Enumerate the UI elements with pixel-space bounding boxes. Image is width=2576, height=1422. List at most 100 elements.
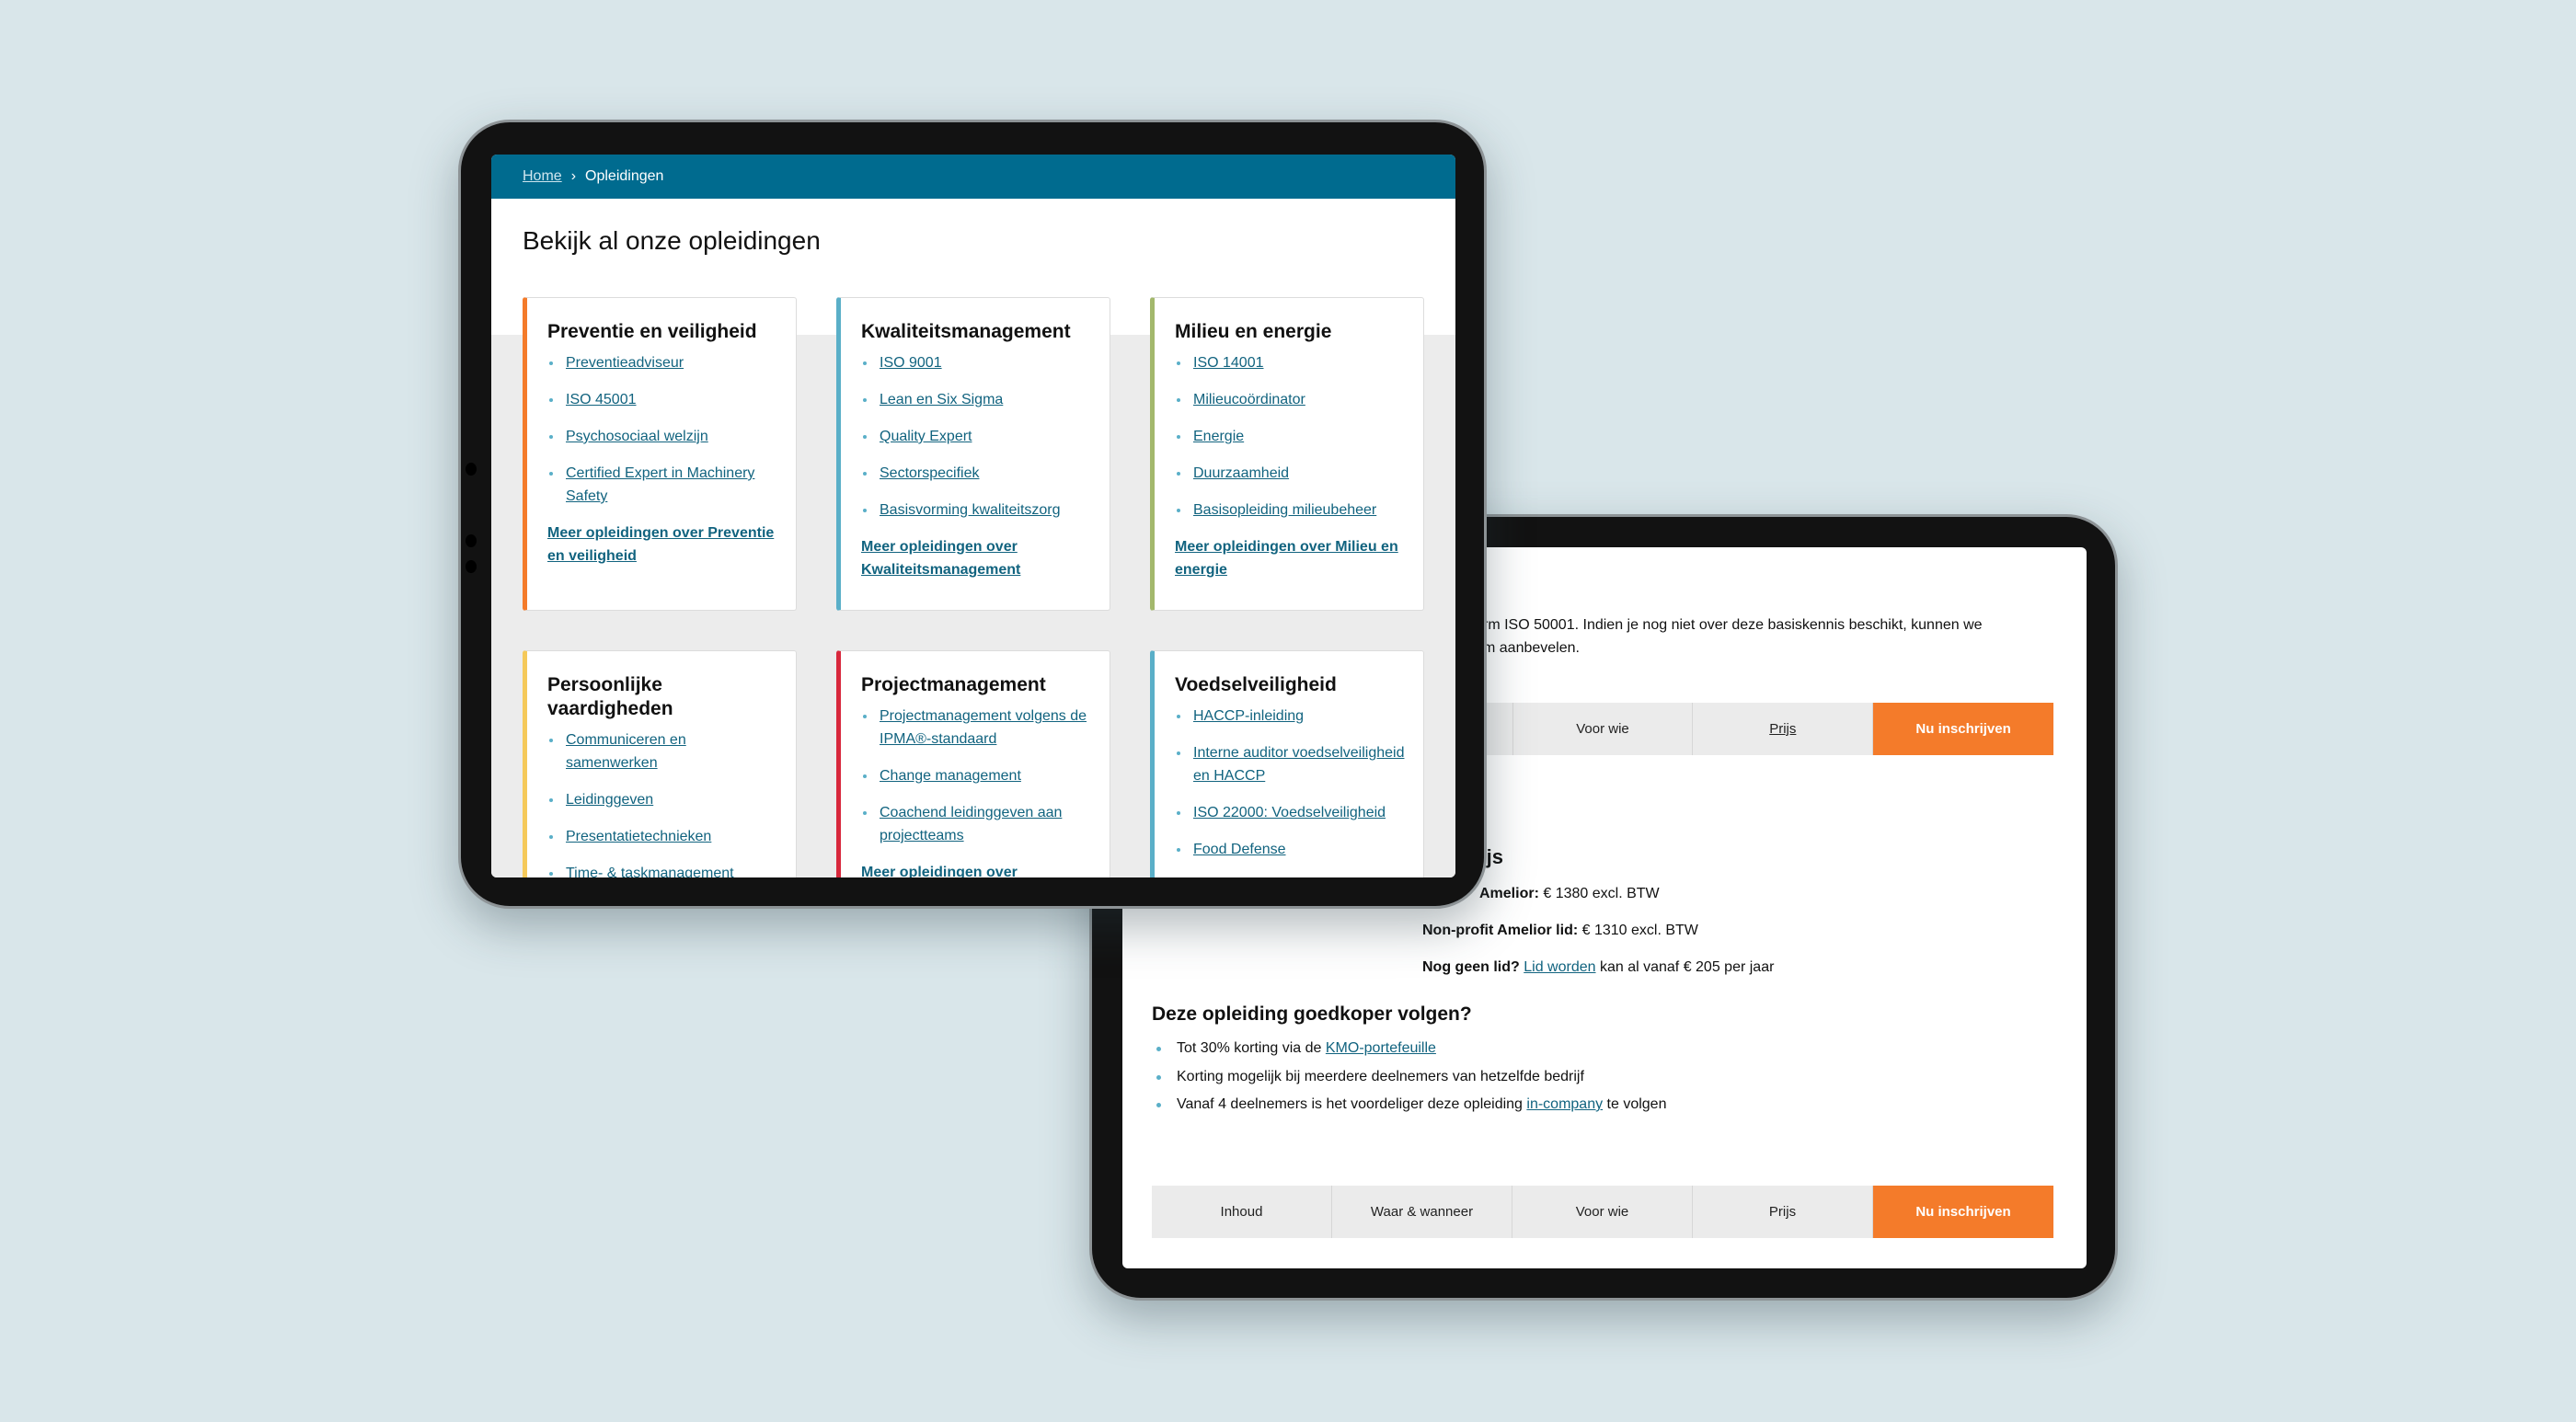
course-link[interactable]: Coachend leidinggeven aan projectteams [880, 805, 1062, 843]
list-item: HACCP-inleiding [1175, 705, 1405, 728]
more-courses-link[interactable]: Meer opleidingen over Preventie en veili… [547, 522, 777, 568]
list-item: Duurzaamheid [1175, 462, 1405, 485]
register-button[interactable]: Nu inschrijven [1873, 703, 2053, 755]
category-card: Projectmanagement Projectmanagement volge… [836, 650, 1110, 877]
course-link[interactable]: Projectmanagement volgens de IPMA®-stand… [880, 708, 1087, 747]
course-link[interactable]: Psychosociaal welzijn [566, 429, 708, 444]
tab-prijs-active[interactable]: Prijs [1693, 703, 1874, 755]
list-item: Energie [1175, 425, 1405, 448]
bullet-icon [1156, 1103, 1161, 1107]
list-item: ISO 22000: Voedselveiligheid [1175, 801, 1405, 824]
course-link[interactable]: Preventieadviseur [566, 355, 684, 371]
course-list: ISO 14001 Milieucoördinator Energie Duurzaa… [1175, 351, 1405, 522]
list-item: Time- & taskmanagement [547, 862, 777, 877]
price-value: € 1380 excl. BTW [1538, 886, 1660, 901]
course-link[interactable]: Basisopleiding milieubeheer [1193, 502, 1376, 518]
breadcrumb-home-link[interactable]: Home [523, 168, 562, 185]
price-label: Amelior: [1479, 886, 1539, 901]
list-item: Basisopleiding milieubeheer [1175, 499, 1405, 522]
category-title: Milieu en energie [1175, 321, 1332, 342]
course-link[interactable]: HACCP-inleiding [1193, 708, 1304, 724]
course-link[interactable]: ISO 9001 [880, 355, 942, 371]
cheaper-heading: Deze opleiding goedkoper volgen? [1152, 1003, 1472, 1025]
list-item: Presentatietechnieken [547, 825, 777, 848]
bullet-icon [1156, 1047, 1161, 1051]
bullet-text: Vanaf 4 deelnemers is het voordeliger de… [1177, 1096, 1527, 1112]
course-link[interactable]: Lean en Six Sigma [880, 392, 1003, 407]
list-item: Certified Expert in Machinery Safety [547, 462, 777, 508]
price-join: Nog geen lid? Lid worden kan al vanaf € … [1422, 959, 1774, 976]
price-nonprofit: Non-profit Amelior lid: € 1310 excl. BTW [1422, 923, 1698, 939]
list-item: ISO 9001 [861, 351, 1091, 374]
course-link[interactable]: Time- & taskmanagement [566, 866, 734, 877]
course-link[interactable]: Duurzaamheid [1193, 465, 1289, 481]
list-item: Projectmanagement volgens de IPMA®-stand… [861, 705, 1091, 751]
course-link[interactable]: Interne auditor voedselveiligheid en HAC… [1193, 745, 1404, 784]
bullet-text: Tot 30% korting via de [1177, 1040, 1326, 1056]
list-item: Preventieadviseur [547, 351, 777, 374]
list-item: Communiceren en samenwerken [547, 728, 777, 774]
price-label: Non-profit Amelior lid: [1422, 923, 1579, 938]
list-item: Milieucoördinator [1175, 388, 1405, 411]
list-item: Leidinggeven [547, 788, 777, 811]
more-courses-link[interactable]: Meer opleidingen over [861, 861, 1091, 877]
category-title: Preventie en veiligheid [547, 321, 757, 342]
course-link[interactable]: Certified Expert in Machinery Safety [566, 465, 754, 504]
course-list: ISO 9001 Lean en Six Sigma Quality Expert S… [861, 351, 1091, 522]
list-item: Sectorspecifiek [861, 462, 1091, 485]
list-item: ISO 14001 [1175, 351, 1405, 374]
list-item: Lean en Six Sigma [861, 388, 1091, 411]
list-item: Quality Expert [861, 425, 1091, 448]
bullet-icon [1156, 1075, 1161, 1080]
register-button[interactable]: Nu inschrijven [1873, 1186, 2053, 1238]
breadcrumb: Home › Opleidingen [491, 155, 1455, 199]
list-item: Basisvorming kwaliteitszorg [861, 499, 1091, 522]
more-courses-link[interactable]: Meer opleidingen over Milieu en energie [1175, 535, 1405, 581]
sensor-icon [466, 560, 477, 573]
course-link[interactable]: Energie [1193, 429, 1244, 444]
category-card: Persoonlijke vaardigheden Communiceren en… [523, 650, 797, 877]
course-link[interactable]: ISO 22000: Voedselveiligheid [1193, 805, 1386, 820]
category-title: Projectmanagement [861, 674, 1046, 695]
bullet-item: Tot 30% korting via de KMO-portefeuille [1177, 1040, 1436, 1057]
tab-voor-wie[interactable]: Voor wie [1513, 703, 1694, 755]
join-link[interactable]: Lid worden [1524, 959, 1595, 975]
course-link[interactable]: Basisvorming kwaliteitszorg [880, 502, 1061, 518]
course-list: Projectmanagement volgens de IPMA®-stand… [861, 705, 1091, 847]
list-item: Change management [861, 764, 1091, 787]
intro-text-line: rm ISO 50001. Indien je nog niet over de… [1483, 617, 1983, 633]
category-card: Milieu en energie ISO 14001 Milieucoördina… [1150, 297, 1424, 611]
category-title: Voedselveiligheid [1175, 674, 1337, 695]
course-link[interactable]: Milieucoördinator [1193, 392, 1305, 407]
category-grid: Preventie en veiligheid Preventieadviseur… [523, 297, 1424, 877]
category-card: Preventie en veiligheid Preventieadviseur… [523, 297, 797, 611]
price-text: kan al vanaf € 205 per jaar [1595, 959, 1775, 975]
in-company-link[interactable]: in-company [1526, 1096, 1603, 1112]
course-list: HACCP-inleiding Interne auditor voedselve… [1175, 705, 1405, 861]
course-link[interactable]: Quality Expert [880, 429, 972, 444]
category-title: Kwaliteitsmanagement [861, 321, 1071, 342]
course-link[interactable]: ISO 45001 [566, 392, 637, 407]
tab-voor-wie[interactable]: Voor wie [1512, 1186, 1693, 1238]
course-link[interactable]: Presentatietechnieken [566, 829, 711, 844]
course-overview-screen: Home › Opleidingen Bekijk al onze opleid… [491, 155, 1455, 877]
course-link[interactable]: ISO 14001 [1193, 355, 1264, 371]
course-link[interactable]: Change management [880, 768, 1021, 784]
category-card: Kwaliteitsmanagement ISO 9001 Lean en Six … [836, 297, 1110, 611]
tab-inhoud[interactable]: Inhoud [1152, 1186, 1332, 1238]
chevron-right-icon: › [570, 168, 577, 184]
list-item: Interne auditor voedselveiligheid en HAC… [1175, 741, 1405, 787]
page-title: Bekijk al onze opleidingen [523, 226, 821, 255]
kmo-link[interactable]: KMO-portefeuille [1326, 1040, 1436, 1056]
more-courses-link[interactable]: Meer opleidingen over Kwaliteitsmanageme… [861, 535, 1091, 581]
course-link[interactable]: Sectorspecifiek [880, 465, 980, 481]
course-link[interactable]: Food Defense [1193, 842, 1286, 857]
sensor-icon [466, 534, 477, 547]
tab-prijs[interactable]: Prijs [1693, 1186, 1873, 1238]
bullet-item: Korting mogelijk bij meerdere deelnemers… [1177, 1069, 1584, 1084]
course-link[interactable]: Communiceren en samenwerken [566, 732, 686, 771]
course-list: Communiceren en samenwerken Leidinggeven P… [547, 728, 777, 877]
course-link[interactable]: Leidinggeven [566, 792, 653, 808]
list-item: Coachend leidinggeven aan projectteams [861, 801, 1091, 847]
tab-waar-wanneer[interactable]: Waar & wanneer [1332, 1186, 1512, 1238]
